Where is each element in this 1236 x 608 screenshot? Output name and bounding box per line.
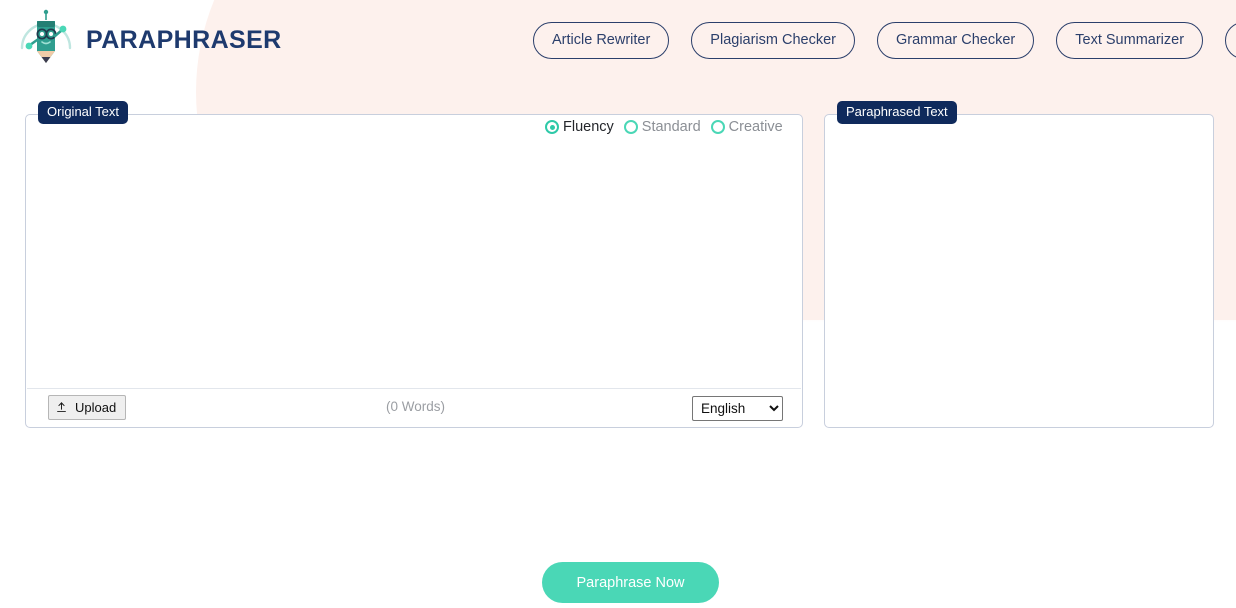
mode-label-fluency: Fluency [563, 119, 614, 135]
mode-option-fluency[interactable]: Fluency [545, 119, 614, 135]
nav-item-plagiarism-checker[interactable]: Plagiarism Checker [691, 22, 856, 59]
paraphrased-text-badge: Paraphrased Text [837, 101, 957, 125]
brand-logo[interactable]: PARAPHRASER [14, 8, 282, 72]
brand-name: PARAPHRASER [86, 25, 282, 54]
nav-item-blog[interactable]: Blog [1225, 22, 1236, 59]
nav-item-grammar-checker[interactable]: Grammar Checker [877, 22, 1035, 59]
page-root: PARAPHRASER Article Rewriter Plagiarism … [0, 0, 1236, 608]
original-text-badge: Original Text [38, 101, 129, 125]
paraphrased-text-panel [824, 114, 1214, 428]
nav-item-text-summarizer[interactable]: Text Summarizer [1056, 22, 1204, 59]
word-count: (0 Words) [386, 399, 446, 414]
mode-label-creative: Creative [728, 119, 783, 135]
pencil-robot-mascot-icon [14, 8, 78, 72]
upload-button[interactable]: Upload [48, 395, 127, 420]
main-navigation: Article Rewriter Plagiarism Checker Gram… [533, 22, 1236, 59]
upload-button-label: Upload [75, 400, 117, 415]
mode-label-standard: Standard [641, 119, 701, 135]
nav-item-article-rewriter[interactable]: Article Rewriter [533, 22, 670, 59]
mode-option-standard[interactable]: Standard [623, 119, 701, 135]
editor-divider [27, 388, 801, 389]
original-text-input[interactable] [30, 141, 798, 385]
language-select[interactable]: English [692, 396, 783, 421]
paraphrase-now-button[interactable]: Paraphrase Now [542, 562, 719, 603]
mode-option-creative[interactable]: Creative [710, 119, 783, 135]
radio-fluency-icon[interactable] [545, 120, 559, 134]
upload-arrow-icon [55, 401, 68, 414]
radio-creative-icon[interactable] [710, 120, 725, 134]
radio-standard-icon[interactable] [623, 120, 638, 134]
mode-selector: Fluency Standard Creative [545, 119, 783, 135]
site-header: PARAPHRASER Article Rewriter Plagiarism … [0, 0, 1236, 80]
